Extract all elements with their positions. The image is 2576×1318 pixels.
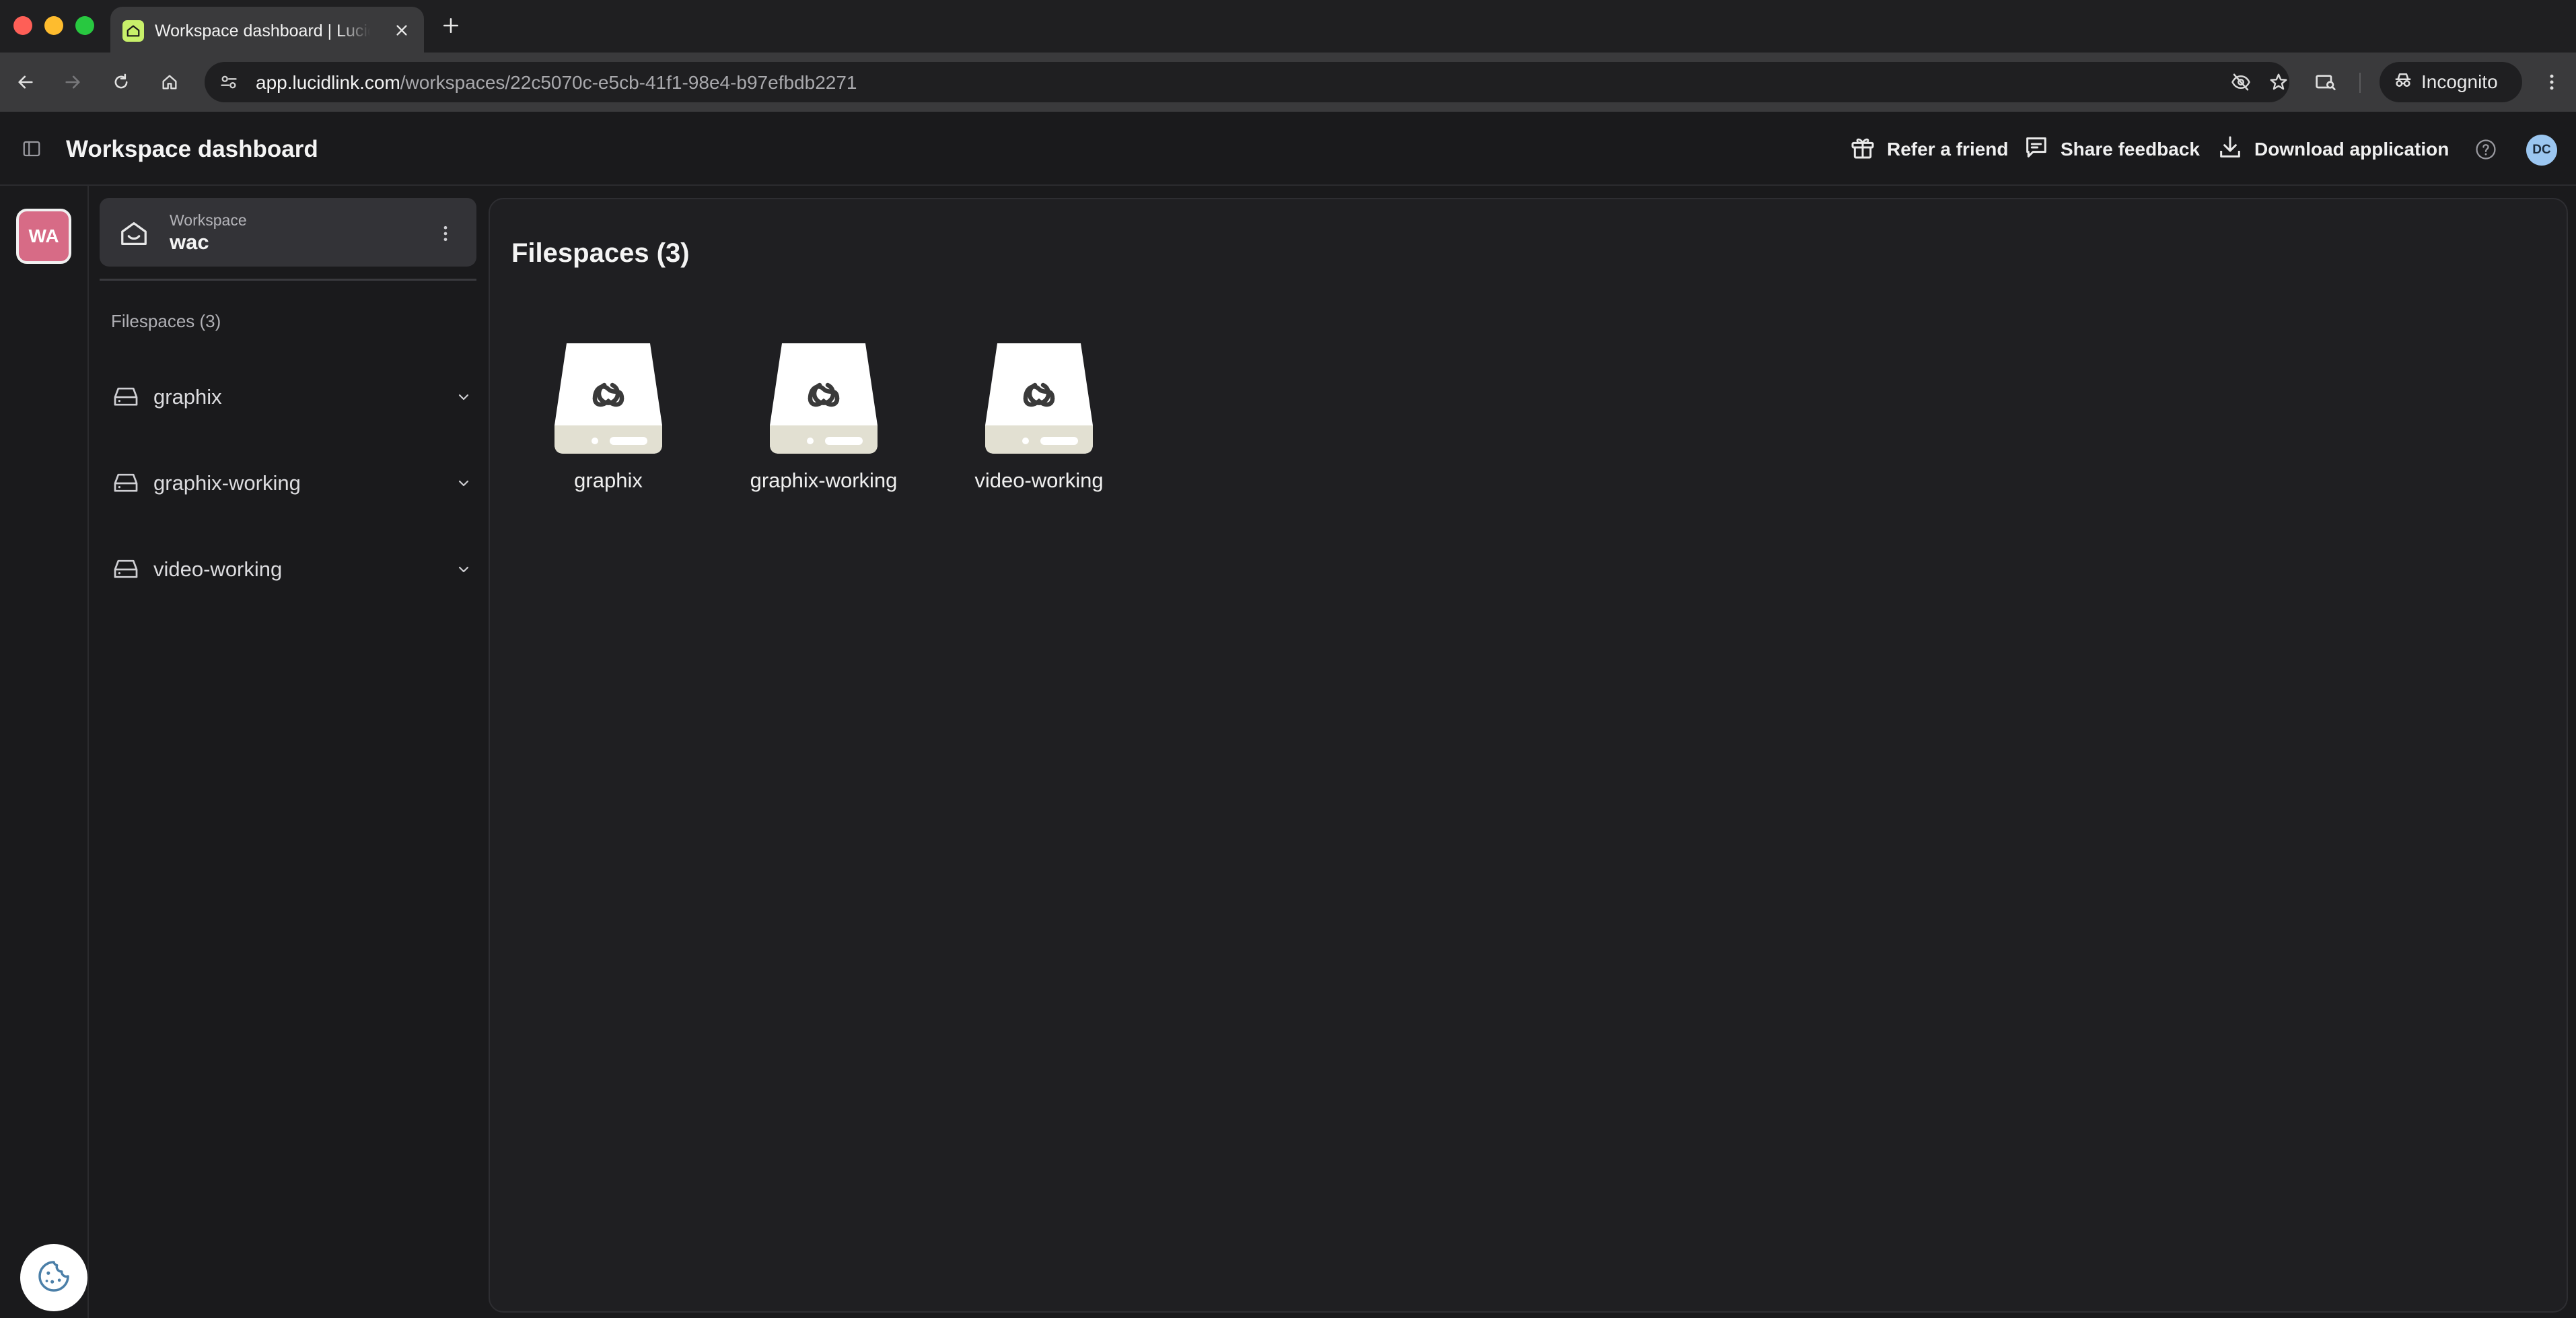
filespace-tile-graphix[interactable]: graphix (521, 343, 696, 492)
filespace-tile-video-working[interactable]: video-working (952, 343, 1126, 492)
tab-title: Workspace dashboard | LucidLink (155, 22, 370, 40)
sidebar-item-video-working[interactable]: video-working (112, 549, 475, 590)
url-text[interactable]: app.lucidlink.com/workspaces/22c5070c-e5… (256, 72, 857, 94)
reload-icon[interactable] (106, 67, 136, 97)
workspace-switcher[interactable]: Workspace wac (100, 198, 476, 267)
browser-menu-icon[interactable] (2537, 67, 2567, 97)
help-icon[interactable] (2474, 137, 2498, 162)
workspace-name: wac (170, 230, 209, 254)
cookie-settings-button[interactable] (20, 1244, 87, 1311)
window-zoom-button[interactable] (75, 16, 94, 35)
workspace-more-icon[interactable] (433, 218, 458, 249)
app-header: Workspace dashboard Refer a friend Share… (0, 112, 2576, 186)
sidebar: Workspace wac Filespaces (3) graphix gra… (90, 186, 487, 1318)
window-minimize-button[interactable] (44, 16, 63, 35)
filespace-tile-label: graphix (574, 469, 643, 492)
sidebar-divider (100, 279, 476, 281)
download-icon (2217, 134, 2244, 166)
new-tab-icon[interactable] (437, 12, 464, 39)
sidebar-item-label: video-working (153, 557, 283, 581)
browser-toolbar: app.lucidlink.com/workspaces/22c5070c-e5… (0, 53, 2576, 112)
drive-icon (112, 386, 140, 409)
drive-icon (112, 558, 140, 581)
forward-icon[interactable] (58, 67, 87, 97)
chevron-down-icon[interactable] (452, 472, 475, 495)
drive-icon (112, 472, 140, 495)
chevron-down-icon[interactable] (452, 386, 475, 409)
workspace-home-icon (118, 218, 149, 249)
site-settings-icon[interactable] (217, 70, 241, 94)
close-tab-icon[interactable] (390, 19, 413, 42)
share-feedback-label: Share feedback (2061, 139, 2200, 160)
url-path: /workspaces/22c5070c-e5cb-41f1-98e4-b97e… (400, 72, 857, 93)
bookmark-star-icon[interactable] (2266, 70, 2291, 94)
sidebar-item-label: graphix (153, 385, 222, 409)
main-content: Filespaces (3) graphix graphix-working v… (489, 198, 2568, 1313)
workspace-rail: WA (0, 186, 89, 1318)
filespaces-heading: Filespaces (3) (511, 238, 690, 268)
user-avatar[interactable]: DC (2526, 135, 2557, 166)
filespace-tile-label: video-working (974, 469, 1104, 492)
filespace-tile-label: graphix-working (750, 469, 898, 492)
lucidlink-favicon-icon (122, 20, 144, 42)
address-bar[interactable]: app.lucidlink.com/workspaces/22c5070c-e5… (205, 62, 2289, 102)
window-close-button[interactable] (13, 16, 32, 35)
sidebar-item-graphix[interactable]: graphix (112, 377, 475, 417)
browser-tab-active[interactable]: Workspace dashboard | LucidLink (110, 7, 424, 53)
browser-tabstrip: Workspace dashboard | LucidLink (0, 0, 2576, 53)
filespace-drive-icon (770, 343, 878, 454)
chevron-down-icon[interactable] (452, 558, 475, 581)
incognito-icon (2393, 70, 2413, 95)
sidebar-item-label: graphix-working (153, 471, 301, 495)
feedback-chat-icon (2023, 134, 2050, 166)
gift-icon (1849, 134, 1876, 166)
share-feedback-button[interactable]: Share feedback (2023, 136, 2200, 163)
filespace-drive-icon (985, 343, 1093, 454)
download-application-label: Download application (2254, 139, 2449, 160)
sidebar-item-graphix-working[interactable]: graphix-working (112, 463, 475, 504)
tab-search-icon[interactable] (2311, 67, 2340, 97)
sidebar-toggle-icon[interactable] (20, 137, 43, 160)
url-host: app.lucidlink.com (256, 72, 400, 93)
back-icon[interactable] (11, 67, 40, 97)
incognito-indicator[interactable]: Incognito (2380, 62, 2522, 102)
home-icon[interactable] (155, 67, 184, 97)
page-title: Workspace dashboard (66, 136, 318, 162)
refer-a-friend-button[interactable]: Refer a friend (1849, 136, 2009, 163)
cookie-icon (35, 1257, 73, 1298)
refer-a-friend-label: Refer a friend (1887, 139, 2009, 160)
filespaces-section-label: Filespaces (3) (111, 311, 221, 331)
tracking-protection-eye-off-icon[interactable] (2229, 70, 2253, 94)
download-application-button[interactable]: Download application (2217, 136, 2449, 163)
workspace-avatar[interactable]: WA (16, 209, 71, 264)
toolbar-divider (2359, 73, 2361, 93)
incognito-label: Incognito (2421, 71, 2498, 92)
filespace-drive-icon (554, 343, 662, 454)
filespace-tile-graphix-working[interactable]: graphix-working (736, 343, 911, 492)
workspace-label: Workspace (170, 211, 247, 229)
